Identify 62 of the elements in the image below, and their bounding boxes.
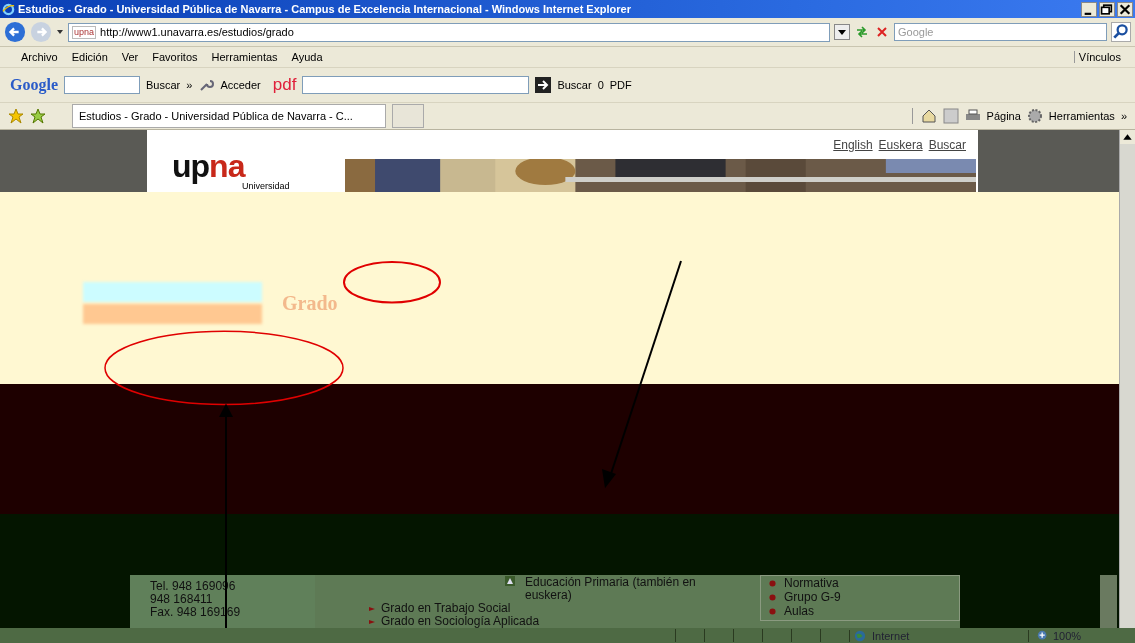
header-link[interactable]: Buscar [928,138,966,151]
header-link[interactable]: English [833,138,873,151]
search-field[interactable]: Google [894,23,1107,41]
bullet-icon [769,579,776,587]
globe-icon [854,629,866,642]
more-chevron[interactable]: » [1120,110,1127,122]
logo-subtitle: Universidad [242,181,290,191]
pdf-search-button[interactable]: Buscar [557,79,592,91]
menu-item[interactable]: Ver [114,51,146,63]
menu-item[interactable]: Ayuda [284,51,330,63]
browser-logo-icon [2,2,15,16]
menu-item[interactable]: Favoritos [145,51,205,63]
contact-line: 948 168411 [150,593,214,606]
menu-item[interactable]: Herramientas [204,51,285,63]
maximize-icon[interactable] [1099,1,1115,17]
minimize-icon[interactable] [1081,1,1097,17]
degree-link[interactable]: Educación Primaria (también en euskera) [525,576,740,602]
menu-item[interactable]: Archivo [14,51,65,63]
dropdown-icon[interactable] [56,28,64,36]
side-link[interactable]: Aulas [784,604,815,618]
degree-link[interactable]: Grado en Sociología Aplicada [381,615,540,628]
more-chevron[interactable]: » [186,79,193,91]
bullet-icon [769,607,776,615]
browser-tab[interactable]: Estudios - Grado - Universidad Pública de Navarra - C... [72,104,386,128]
close-icon[interactable] [1117,1,1133,17]
dropdown-icon[interactable] [834,24,850,40]
star-plus-icon[interactable] [30,108,46,124]
page-heading: Grado [282,291,338,315]
search-icon[interactable] [1111,22,1131,42]
back-icon[interactable] [4,21,26,43]
star-icon[interactable] [8,108,24,124]
tools-menu[interactable]: Herramientas [1048,110,1115,122]
window-title: Estudios - Grado - Universidad Pública de Navarra - Campus de Excelencia Internacional - Windows Internet Explorer [18,3,632,15]
search-button[interactable]: Buscar [146,79,181,91]
degree-icon [505,576,515,586]
scrollbar[interactable] [1100,575,1117,628]
bullet-icon [369,618,375,625]
arrow-icon[interactable] [535,77,552,93]
zoom-icon[interactable] [1037,629,1049,642]
security-zone: Internet [872,629,910,642]
side-link[interactable]: Normativa [784,576,839,590]
bullet-icon [769,593,776,601]
pdf-logo: pdf [272,75,297,95]
header-link[interactable]: Euskera [878,138,923,151]
sign-in-button[interactable]: Acceder [220,79,261,91]
scrollbar[interactable] [1119,130,1135,628]
site-favicon: upna [72,25,97,39]
menu-item[interactable]: Edición [64,51,115,63]
links-label[interactable]: Vínculos [1073,51,1121,63]
page-menu[interactable]: Página [986,110,1021,122]
gear-icon[interactable] [1026,108,1043,124]
address-field[interactable]: upna http://www1.unavarra.es/estudios/grado [68,22,830,42]
pdf-button[interactable]: PDF [609,79,632,91]
counter: 0 [597,79,604,91]
home-icon[interactable] [920,108,937,124]
degree-link[interactable]: Grado en Trabajo Social [381,602,511,615]
pdf-search-field[interactable] [302,76,530,94]
side-link[interactable]: Grupo G-9 [784,590,841,604]
google-search-field[interactable] [64,76,140,94]
bullet-icon [369,605,375,612]
google-logo: Google [10,76,58,94]
scroll-up-icon[interactable] [1120,130,1135,144]
